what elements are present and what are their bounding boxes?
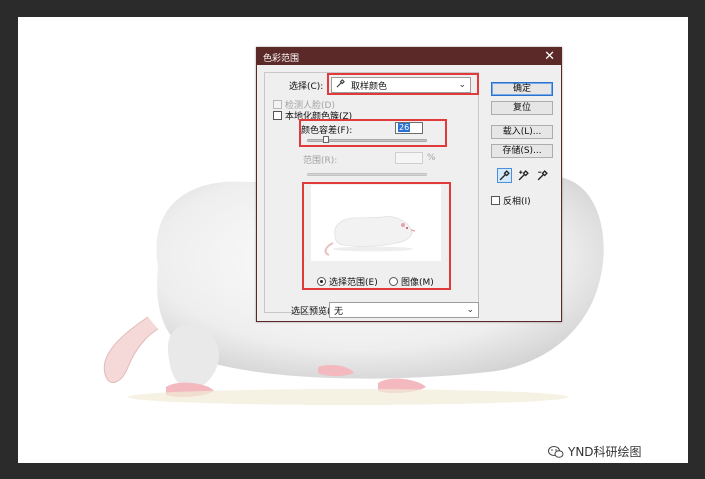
color-range-dialog: 色彩范围 ✕ 选择(C): 取样颜色 ⌄ 检测人脸(D) 本地化颜色簇(Z) 颜… — [256, 47, 562, 322]
main-group: 选择(C): 取样颜色 ⌄ 检测人脸(D) 本地化颜色簇(Z) 颜色容差(F):… — [264, 72, 479, 313]
localized-checkbox[interactable] — [273, 111, 282, 120]
range-input[interactable] — [395, 152, 423, 164]
highlight-fuzziness — [299, 119, 447, 147]
detect-faces-checkbox[interactable] — [273, 100, 282, 109]
wechat-icon — [548, 445, 564, 458]
range-slider[interactable] — [307, 173, 427, 176]
selection-preview-value: 无 — [334, 306, 344, 317]
eyedropper-icon[interactable] — [497, 168, 512, 183]
select-row: 选择(C): — [289, 79, 323, 92]
select-label: 选择(C): — [289, 82, 324, 92]
range-row: 范围(R): — [303, 153, 337, 166]
save-button[interactable]: 存储(S)... — [491, 144, 553, 158]
range-label: 范围(R): — [303, 156, 338, 166]
load-button[interactable]: 载入(L)... — [491, 125, 553, 139]
invert-label: 反相(I) — [503, 197, 531, 207]
watermark-text: YND科研绘图 — [568, 445, 642, 459]
dialog-titlebar[interactable]: 色彩范围 ✕ — [257, 48, 561, 65]
selection-preview-dropdown[interactable]: 无 ⌄ — [329, 302, 479, 318]
eyedropper-tools — [497, 168, 550, 183]
range-unit: % — [427, 153, 436, 163]
invert-checkbox[interactable] — [491, 196, 500, 205]
eyedropper-minus-icon[interactable] — [535, 168, 550, 183]
chevron-down-icon: ⌄ — [466, 305, 474, 315]
watermark: YND科研绘图 — [548, 443, 642, 460]
close-icon[interactable]: ✕ — [544, 49, 555, 64]
ok-button[interactable]: 确定 — [491, 82, 553, 96]
dialog-title: 色彩范围 — [263, 54, 300, 64]
highlight-select — [327, 73, 479, 95]
eyedropper-plus-icon[interactable] — [516, 168, 531, 183]
invert-row[interactable]: 反相(I) — [491, 194, 531, 207]
highlight-preview — [302, 182, 451, 290]
reset-button[interactable]: 复位 — [491, 101, 553, 115]
